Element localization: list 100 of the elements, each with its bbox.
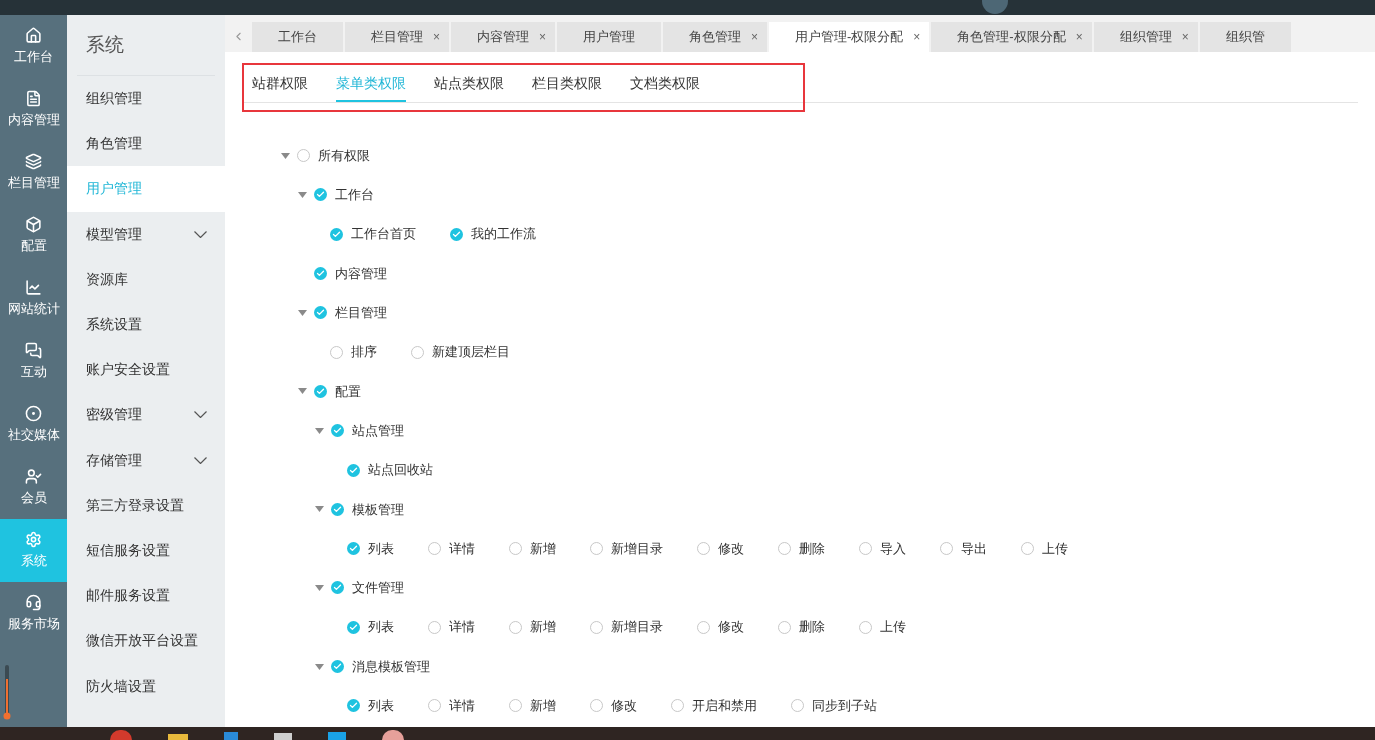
rail-item[interactable]: 社交媒体 — [0, 393, 67, 456]
close-tab-button[interactable]: × — [1181, 28, 1189, 46]
permission-label: 工作台首页 — [351, 225, 416, 244]
sidebar-item[interactable]: 存储管理 — [67, 437, 225, 483]
page-tab[interactable]: 用户管理-权限分配 × — [769, 22, 930, 52]
page-tab[interactable]: 栏目管理 × — [345, 22, 449, 52]
settings-icon — [25, 530, 42, 548]
permission-label: 新增 — [530, 539, 556, 558]
home-icon — [25, 26, 42, 44]
rail-item[interactable]: 会员 — [0, 456, 67, 519]
permission-label: 列表 — [368, 539, 394, 558]
permission-label: 同步到子站 — [812, 697, 877, 716]
caret-icon[interactable] — [315, 663, 324, 670]
document-icon — [25, 89, 42, 107]
permission-label: 修改 — [718, 618, 744, 637]
checked-circle[interactable] — [331, 660, 344, 673]
permission-tab[interactable]: 站群权限 — [252, 73, 308, 102]
permission-label: 新增目录 — [611, 539, 663, 558]
permission-label: 新增目录 — [611, 618, 663, 637]
permission-label: 模板管理 — [352, 500, 404, 519]
user-check-icon — [25, 467, 42, 485]
sidebar-item[interactable]: 防火墙设置 — [67, 663, 225, 709]
headset-icon — [25, 593, 42, 611]
permission-label: 我的工作流 — [471, 225, 536, 244]
sidebar-item[interactable]: 短信服务设置 — [67, 527, 225, 574]
rail-item[interactable]: 网站统计 — [0, 267, 67, 330]
sidebar-item[interactable]: 第三方登录设置 — [67, 482, 225, 528]
page-tab[interactable]: 用户管理 — [557, 22, 661, 52]
permission-label: 详情 — [449, 697, 475, 716]
layers-icon — [25, 152, 42, 170]
permission-label: 列表 — [368, 618, 394, 637]
permission-label: 所有权限 — [318, 146, 370, 165]
caret-icon[interactable] — [281, 152, 290, 159]
close-tab-button[interactable]: × — [913, 28, 921, 46]
permission-label: 修改 — [718, 539, 744, 558]
permission-label: 导入 — [880, 539, 906, 558]
caret-icon[interactable] — [298, 191, 307, 198]
app-icon[interactable] — [110, 730, 132, 740]
sidebar-item[interactable]: 模型管理 — [67, 211, 225, 257]
permission-label: 列表 — [368, 697, 394, 716]
target-icon — [25, 404, 42, 422]
caret-icon[interactable] — [315, 506, 324, 513]
permission-label: 新增 — [530, 697, 556, 716]
permission-label: 开启和禁用 — [692, 697, 757, 716]
sidebar-item[interactable]: 密级管理 — [67, 392, 225, 438]
permission-label: 修改 — [611, 697, 637, 716]
rail-item[interactable]: 内容管理 — [0, 78, 67, 141]
permission-label: 站点回收站 — [368, 461, 433, 480]
thermometer-icon — [3, 665, 11, 721]
app-icon[interactable] — [382, 730, 404, 740]
sidebar-item[interactable]: 角色管理 — [67, 121, 225, 167]
permission-label: 上传 — [880, 618, 906, 637]
caret-icon[interactable] — [298, 388, 307, 395]
chat-icon — [25, 341, 42, 359]
permission-tab[interactable]: 站点类权限 — [434, 73, 504, 102]
sidebar-item[interactable]: 微信开放平台设置 — [67, 618, 225, 664]
rail-item[interactable]: 服务市场 — [0, 582, 67, 645]
rail-item[interactable]: 配置 — [0, 204, 67, 267]
close-tab-button[interactable]: × — [1075, 28, 1083, 46]
sidebar-item[interactable]: 系统设置 — [67, 301, 225, 348]
sidebar-item[interactable]: 邮件服务设置 — [67, 573, 225, 619]
permission-label: 删除 — [799, 539, 825, 558]
permission-label: 上传 — [1042, 539, 1068, 558]
page-tab[interactable]: 内容管理 × — [451, 22, 555, 52]
close-tab-button[interactable]: × — [751, 28, 758, 46]
permission-label: 文件管理 — [352, 579, 404, 598]
caret-icon[interactable] — [298, 309, 307, 316]
permission-tab[interactable]: 文档类权限 — [630, 73, 700, 102]
sidebar-item[interactable]: 资源库 — [67, 256, 225, 302]
permission-label: 排序 — [351, 343, 377, 362]
rail-item[interactable]: 工作台 — [0, 15, 67, 78]
sidebar-item[interactable]: 组织管理 — [67, 76, 225, 122]
permission-label: 配置 — [335, 382, 361, 401]
page-tab[interactable]: 组织管理 × — [1093, 22, 1198, 52]
sidebar-item[interactable]: 账户安全设置 — [67, 347, 225, 393]
permission-tab[interactable]: 栏目类权限 — [532, 73, 602, 102]
permission-label: 工作台 — [335, 186, 374, 205]
rail-item[interactable]: 互动 — [0, 330, 67, 393]
page-tab[interactable]: 角色管理-权限分配 × — [931, 22, 1092, 52]
close-tab-button[interactable]: × — [539, 28, 546, 46]
permission-label: 栏目管理 — [335, 304, 387, 323]
page-tab[interactable]: 组织管 — [1199, 22, 1291, 52]
sidebar-title: 系统 — [86, 32, 124, 57]
permission-label: 消息模板管理 — [352, 657, 430, 676]
close-tab-button[interactable]: × — [433, 28, 440, 46]
page-tab[interactable]: 工作台 — [252, 22, 343, 52]
permission-label: 删除 — [799, 618, 825, 637]
permission-label: 导出 — [961, 539, 987, 558]
line-chart-icon — [25, 278, 42, 296]
page-tab[interactable]: 角色管理 × — [663, 22, 767, 52]
rail-item[interactable]: 栏目管理 — [0, 141, 67, 204]
caret-icon[interactable] — [315, 584, 324, 591]
permission-label: 详情 — [449, 618, 475, 637]
permission-label: 详情 — [449, 539, 475, 558]
caret-icon[interactable] — [315, 427, 324, 434]
permission-label: 新增 — [530, 618, 556, 637]
permission-label: 站点管理 — [352, 421, 404, 440]
permission-label: 内容管理 — [335, 264, 387, 283]
permission-label: 新建顶层栏目 — [432, 343, 510, 362]
cube-icon — [25, 215, 42, 233]
